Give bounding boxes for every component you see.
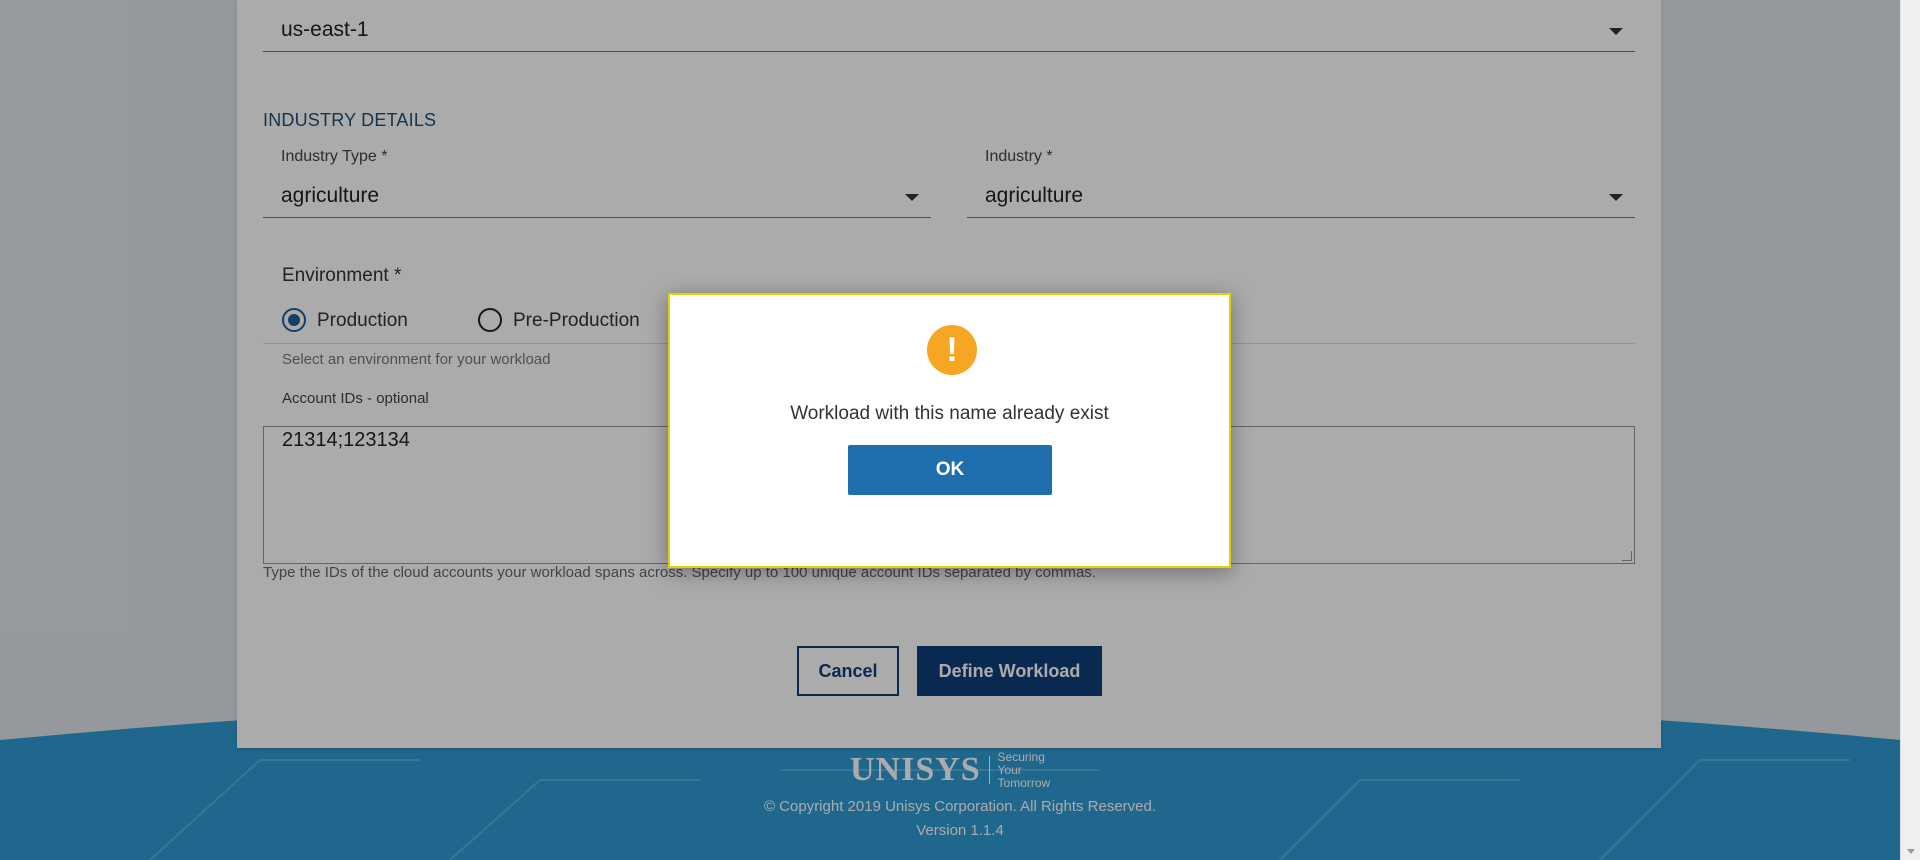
scroll-down-icon[interactable] [1907,849,1915,854]
warning-icon: ! [927,325,977,375]
dialog-message: Workload with this name already exist [790,403,1109,424]
alert-dialog: ! Workload with this name already exist … [668,293,1231,568]
page-scrollbar[interactable] [1900,0,1920,860]
ok-button[interactable]: OK [848,445,1052,495]
